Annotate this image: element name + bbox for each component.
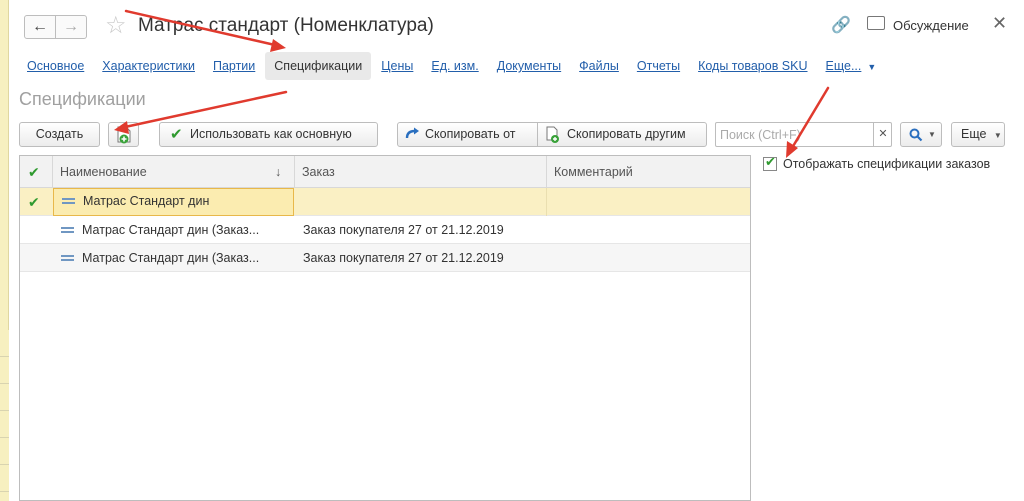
name-cell[interactable]: Матрас Стандарт дин (Заказ...	[53, 216, 295, 244]
tab-prices[interactable]: Цены	[373, 52, 421, 80]
name-cell[interactable]: Матрас Стандарт дин	[53, 188, 294, 216]
background-panel-strip	[0, 0, 9, 501]
item-icon	[62, 197, 75, 204]
caret-down-icon: ▼	[928, 130, 936, 139]
curved-arrow-icon	[405, 127, 419, 139]
search-field: ✕	[715, 122, 892, 147]
copy-to-others-label: Скопировать другим	[567, 127, 686, 141]
window-title: Матрас стандарт (Номенклатура)	[138, 15, 434, 36]
copy-add-button[interactable]	[108, 122, 139, 147]
tab-units[interactable]: Ед. изм.	[423, 52, 486, 80]
column-header-name[interactable]: Наименование ↓	[53, 156, 295, 188]
column-header-order[interactable]: Заказ	[295, 156, 547, 188]
column-header-comment[interactable]: Комментарий	[547, 156, 750, 188]
search-options-button[interactable]: ▼	[900, 122, 942, 147]
tab-specifications[interactable]: Спецификации	[265, 52, 372, 80]
discussion-icon[interactable]	[867, 16, 885, 30]
name-value: Матрас Стандарт дин (Заказ...	[82, 251, 260, 265]
checkmark-icon: ✔	[28, 164, 40, 180]
tab-documents[interactable]: Документы	[489, 52, 569, 80]
tab-characteristics[interactable]: Характеристики	[94, 52, 203, 80]
table-header: ✔ Наименование ↓ Заказ Комментарий	[20, 156, 750, 188]
tab-more-label: Еще...	[825, 59, 862, 73]
column-header-name-label: Наименование	[60, 165, 147, 179]
link-icon[interactable]: 🔗	[831, 15, 851, 35]
favorite-star-icon[interactable]: ☆	[105, 11, 127, 40]
tab-main[interactable]: Основное	[19, 52, 92, 80]
tab-sku-codes[interactable]: Коды товаров SKU	[690, 52, 815, 80]
caret-down-icon: ▼	[867, 62, 877, 72]
more-button[interactable]: Еще ▼	[951, 122, 1005, 147]
forward-button[interactable]: →	[55, 15, 87, 39]
show-order-specs-label: Отображать спецификации заказов	[783, 157, 991, 171]
tab-files[interactable]: Файлы	[571, 52, 627, 80]
copy-from-button[interactable]: Скопировать от	[397, 122, 538, 147]
form-window: ← → ☆ Матрас стандарт (Номенклатура) 🔗 О…	[9, 0, 1024, 501]
name-value: Матрас Стандарт дин	[83, 194, 210, 208]
table-row[interactable]: ✔ Матрас Стандарт дин	[20, 188, 750, 216]
table-row[interactable]: Матрас Стандарт дин (Заказ... Заказ поку…	[20, 244, 750, 272]
item-icon	[61, 226, 74, 233]
section-title: Спецификации	[19, 89, 146, 109]
comment-cell[interactable]	[547, 216, 750, 244]
main-column-header[interactable]: ✔	[20, 156, 53, 188]
name-value: Матрас Стандарт дин (Заказ...	[82, 223, 260, 237]
arrow-left-icon: ←	[32, 18, 48, 35]
name-cell[interactable]: Матрас Стандарт дин (Заказ...	[53, 244, 295, 272]
close-icon[interactable]: ✕	[992, 13, 1007, 34]
order-cell[interactable]: Заказ покупателя 27 от 21.12.2019	[295, 216, 547, 244]
use-as-main-button[interactable]: ✔ Использовать как основную	[159, 122, 378, 147]
title-bar: ← → ☆ Матрас стандарт (Номенклатура) 🔗 О…	[9, 0, 1024, 50]
comment-cell[interactable]	[547, 244, 750, 272]
document-add-icon	[117, 126, 131, 144]
magnifier-icon	[909, 128, 923, 142]
document-copy-icon	[546, 126, 559, 143]
specifications-table: ✔ Наименование ↓ Заказ Комментарий ✔ Мат…	[19, 155, 751, 501]
more-label: Еще	[961, 127, 987, 141]
item-icon	[61, 254, 74, 261]
sort-down-icon: ↓	[275, 165, 282, 179]
background-panel-lines	[0, 330, 9, 501]
tab-reports[interactable]: Отчеты	[629, 52, 688, 80]
create-button[interactable]: Создать	[19, 122, 100, 147]
search-input[interactable]	[720, 126, 868, 144]
back-button[interactable]: ←	[24, 15, 56, 39]
clear-search-icon[interactable]: ✕	[873, 123, 892, 146]
order-cell[interactable]	[295, 188, 547, 216]
arrow-right-icon: →	[63, 18, 79, 35]
main-marker-cell	[20, 216, 53, 244]
copy-from-label: Скопировать от	[425, 127, 516, 141]
tab-bar: Основное Характеристики Партии Специфика…	[19, 50, 886, 82]
checkmark-icon: ✔	[765, 154, 776, 169]
comment-cell[interactable]	[547, 188, 750, 216]
show-order-specs-checkbox[interactable]: ✔	[763, 154, 777, 171]
copy-to-others-button[interactable]: Скопировать другим	[537, 122, 707, 147]
caret-down-icon: ▼	[993, 131, 1002, 140]
use-as-main-label: Использовать как основную	[190, 127, 352, 141]
order-cell[interactable]: Заказ покупателя 27 от 21.12.2019	[295, 244, 547, 272]
main-marker-cell: ✔	[20, 188, 53, 216]
show-order-specs-option[interactable]: ✔ Отображать спецификации заказов	[763, 154, 991, 171]
tab-batches[interactable]: Партии	[205, 52, 263, 80]
checkmark-icon: ✔	[28, 194, 40, 210]
main-marker-cell	[20, 244, 53, 272]
discussion-button[interactable]: Обсуждение	[893, 18, 969, 33]
checkmark-icon: ✔	[170, 126, 183, 143]
tab-more[interactable]: Еще... ▼	[818, 52, 885, 80]
table-row[interactable]: Матрас Стандарт дин (Заказ... Заказ поку…	[20, 216, 750, 244]
